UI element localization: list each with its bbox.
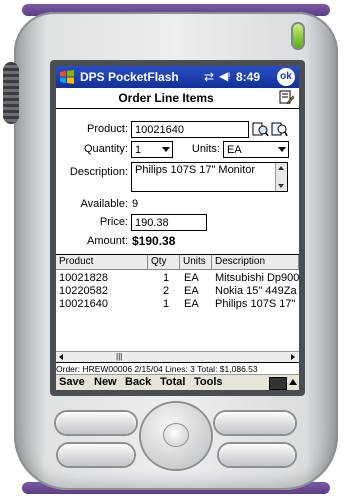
amount-label: Amount: — [87, 235, 128, 247]
app-title: DPS PocketFlash — [80, 70, 179, 84]
menu-new[interactable]: New — [94, 376, 117, 388]
navigation-pad-center[interactable] — [164, 424, 188, 446]
pda-device-photo: DPS PocketFlash ⇄ ◀ᵎ 8:49 ok Order Line … — [0, 0, 351, 499]
hardware-button-left-bottom[interactable] — [58, 444, 134, 466]
product-search-icon[interactable] — [271, 121, 288, 138]
keyboard-icon[interactable] — [269, 377, 287, 390]
row-description: Mitsubishi Dp900 — [215, 272, 299, 284]
available-value: 9 — [132, 198, 139, 210]
row-qty: 2 — [163, 285, 170, 297]
amount-value: $190.38 — [132, 234, 176, 248]
description-field[interactable]: Philips 107S 17" Monitor — [131, 162, 288, 192]
row-product: 10220582 — [59, 285, 108, 297]
product-label: Product: — [87, 123, 128, 135]
row-qty: 1 — [163, 272, 170, 284]
quantity-value: 1 — [135, 144, 142, 156]
menu-save[interactable]: Save — [59, 376, 85, 388]
menu-back[interactable]: Back — [125, 376, 151, 388]
product-lookup-icon[interactable] — [252, 121, 269, 138]
power-led — [293, 24, 303, 48]
description-value: Philips 107S 17" Monitor — [135, 164, 256, 176]
product-input[interactable]: 10021640 — [131, 121, 249, 138]
windows-start-icon[interactable] — [59, 69, 75, 85]
row-product: 10021828 — [59, 272, 108, 284]
hardware-button-left-top[interactable] — [56, 412, 136, 434]
description-scrollbar[interactable] — [275, 163, 287, 191]
row-description: Nokia 15" 449Za — [215, 285, 297, 297]
units-value: EA — [227, 144, 242, 156]
side-scroll-wheel[interactable] — [3, 62, 19, 124]
line-items-grid[interactable]: Product Qty Units Description 10021828 1… — [56, 254, 299, 363]
ok-button[interactable]: ok — [277, 68, 295, 86]
units-dropdown[interactable]: EA — [223, 141, 289, 158]
quantity-label: Quantity: — [83, 143, 128, 155]
description-label: Description: — [69, 166, 128, 178]
available-label: Available: — [80, 198, 129, 210]
scroll-down-icon[interactable] — [278, 184, 284, 188]
row-units: EA — [184, 285, 199, 297]
row-units: EA — [184, 298, 199, 310]
quantity-dropdown[interactable]: 1 — [131, 141, 173, 158]
clock[interactable]: 8:49 — [236, 70, 260, 84]
units-label: Units: — [191, 143, 220, 155]
sync-icon[interactable]: ⇄ — [204, 70, 214, 84]
edit-note-icon[interactable] — [279, 90, 294, 105]
price-input[interactable]: 190.38 — [131, 214, 207, 231]
row-units: EA — [184, 272, 199, 284]
chevron-down-icon — [278, 147, 286, 152]
row-product: 10021640 — [59, 298, 108, 310]
column-header-product[interactable]: Product — [56, 255, 148, 270]
row-qty: 1 — [163, 298, 170, 310]
menu-tools[interactable]: Tools — [194, 376, 223, 388]
column-header-qty[interactable]: Qty — [148, 255, 180, 270]
page-header: Order Line Items — [56, 88, 299, 109]
scroll-up-icon[interactable] — [278, 166, 284, 170]
price-label: Price: — [99, 216, 128, 228]
page-title: Order Line Items — [118, 91, 214, 105]
scroll-thumb[interactable]: ||| — [116, 353, 122, 361]
hardware-button-right-top[interactable] — [215, 412, 295, 434]
title-bar: DPS PocketFlash ⇄ ◀ᵎ 8:49 ok — [56, 66, 299, 88]
chevron-down-icon — [162, 147, 170, 152]
menu-total[interactable]: Total — [160, 376, 185, 388]
column-header-units[interactable]: Units — [180, 255, 212, 270]
speaker-icon[interactable]: ◀ᵎ — [219, 69, 230, 83]
hardware-button-right-bottom[interactable] — [219, 444, 295, 466]
menu-bar: Save New Back Total Tools — [56, 374, 299, 390]
pda-screen: DPS PocketFlash ⇄ ◀ᵎ 8:49 ok Order Line … — [56, 66, 299, 390]
column-header-description[interactable]: Description — [212, 255, 299, 270]
row-description: Philips 107S 17" — [215, 298, 296, 310]
scroll-left-icon[interactable] — [59, 354, 63, 360]
scroll-right-icon[interactable] — [291, 354, 295, 360]
sip-arrow-icon[interactable] — [289, 379, 297, 385]
